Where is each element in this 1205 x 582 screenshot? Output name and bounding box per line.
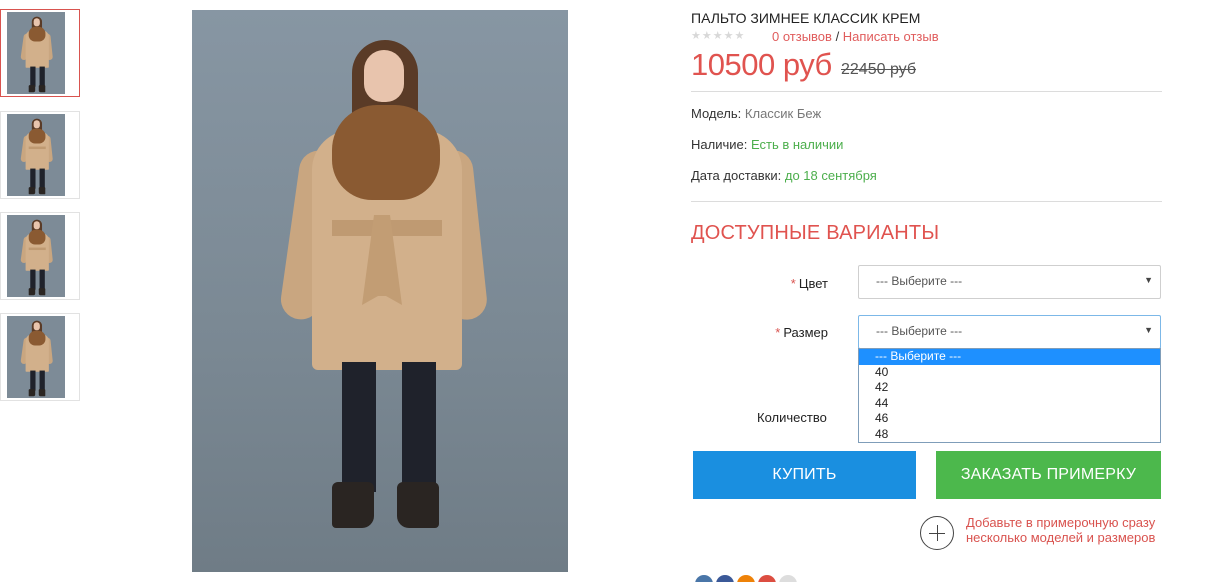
thumbnail-1[interactable] [0, 9, 80, 97]
size-dropdown-list[interactable]: --- Выберите --- 40 42 44 46 48 [858, 348, 1161, 443]
buy-button[interactable]: КУПИТЬ [693, 451, 916, 499]
thumbnail-image [7, 316, 65, 398]
product-title: ПАЛЬТО ЗИМНЕЕ КЛАССИК КРЕМ [691, 10, 921, 26]
options-section-title: ДОСТУПНЫЕ ВАРИАНТЫ [691, 222, 940, 244]
add-to-fitting-icon[interactable] [920, 516, 954, 550]
order-fitting-button[interactable]: ЗАКАЗАТЬ ПРИМЕРКУ [936, 451, 1161, 499]
delivery-label: Дата доставки: [691, 168, 782, 183]
current-price: 10500 руб [691, 47, 832, 82]
chevron-down-icon: ▼ [1144, 275, 1153, 285]
thumbnail-2[interactable] [0, 111, 80, 199]
availability-value: Есть в наличии [750, 137, 844, 152]
size-option[interactable]: 42 [859, 380, 1160, 396]
divider [691, 201, 1162, 202]
model-row: Модель: Классик Беж [691, 106, 821, 121]
color-select-value: --- Выберите --- [876, 274, 963, 288]
delivery-value: до 18 сентября [784, 168, 877, 183]
quantity-label: Количество [757, 410, 827, 425]
thumbnail-image [7, 12, 65, 94]
reviews-count-link[interactable]: 0 отзывов [772, 29, 832, 44]
color-label: * Цвет [791, 276, 828, 291]
size-select-value: --- Выберите --- [876, 324, 963, 338]
rating-stars-icon: ★★★★★ [691, 30, 746, 42]
fitting-promo-text: Добавьте в примерочную сразу несколько м… [966, 515, 1156, 545]
social-share-bar [695, 575, 800, 582]
size-option[interactable]: 48 [859, 427, 1160, 443]
model-label: Модель: [691, 106, 742, 121]
thumbnail-4[interactable] [0, 313, 80, 401]
model-value: Классик Беж [744, 106, 822, 121]
delivery-row: Дата доставки: до 18 сентября [691, 168, 877, 183]
thumbnail-image [7, 215, 65, 297]
chevron-down-icon: ▼ [1144, 325, 1153, 335]
divider [691, 91, 1162, 92]
share-icon[interactable] [779, 575, 797, 582]
required-mark: * [775, 325, 781, 340]
size-option[interactable]: --- Выберите --- [859, 349, 1160, 365]
availability-label: Наличие: [691, 137, 748, 152]
reviews-links: 0 отзывов / Написать отзыв [772, 29, 939, 44]
odnoklassniki-icon[interactable] [737, 575, 755, 582]
thumbnail-3[interactable] [0, 212, 80, 300]
model-figure [192, 10, 568, 572]
main-product-image[interactable] [192, 10, 568, 572]
old-price: 22450 руб [841, 61, 916, 78]
size-option[interactable]: 46 [859, 411, 1160, 427]
size-option[interactable]: 44 [859, 396, 1160, 412]
facebook-icon[interactable] [716, 575, 734, 582]
required-mark: * [790, 276, 796, 291]
vk-icon[interactable] [695, 575, 713, 582]
availability-row: Наличие: Есть в наличии [691, 137, 843, 152]
color-label-text: Цвет [798, 276, 828, 291]
size-option[interactable]: 40 [859, 365, 1160, 381]
size-label: * Размер [775, 325, 828, 340]
google-plus-icon[interactable] [758, 575, 776, 582]
write-review-link[interactable]: Написать отзыв [843, 29, 939, 44]
color-select[interactable]: --- Выберите --- ▼ [858, 265, 1161, 299]
size-select[interactable]: --- Выберите --- ▼ [858, 315, 1161, 349]
size-label-text: Размер [783, 325, 828, 340]
reviews-separator: / [831, 29, 843, 44]
thumbnail-image [7, 114, 65, 196]
